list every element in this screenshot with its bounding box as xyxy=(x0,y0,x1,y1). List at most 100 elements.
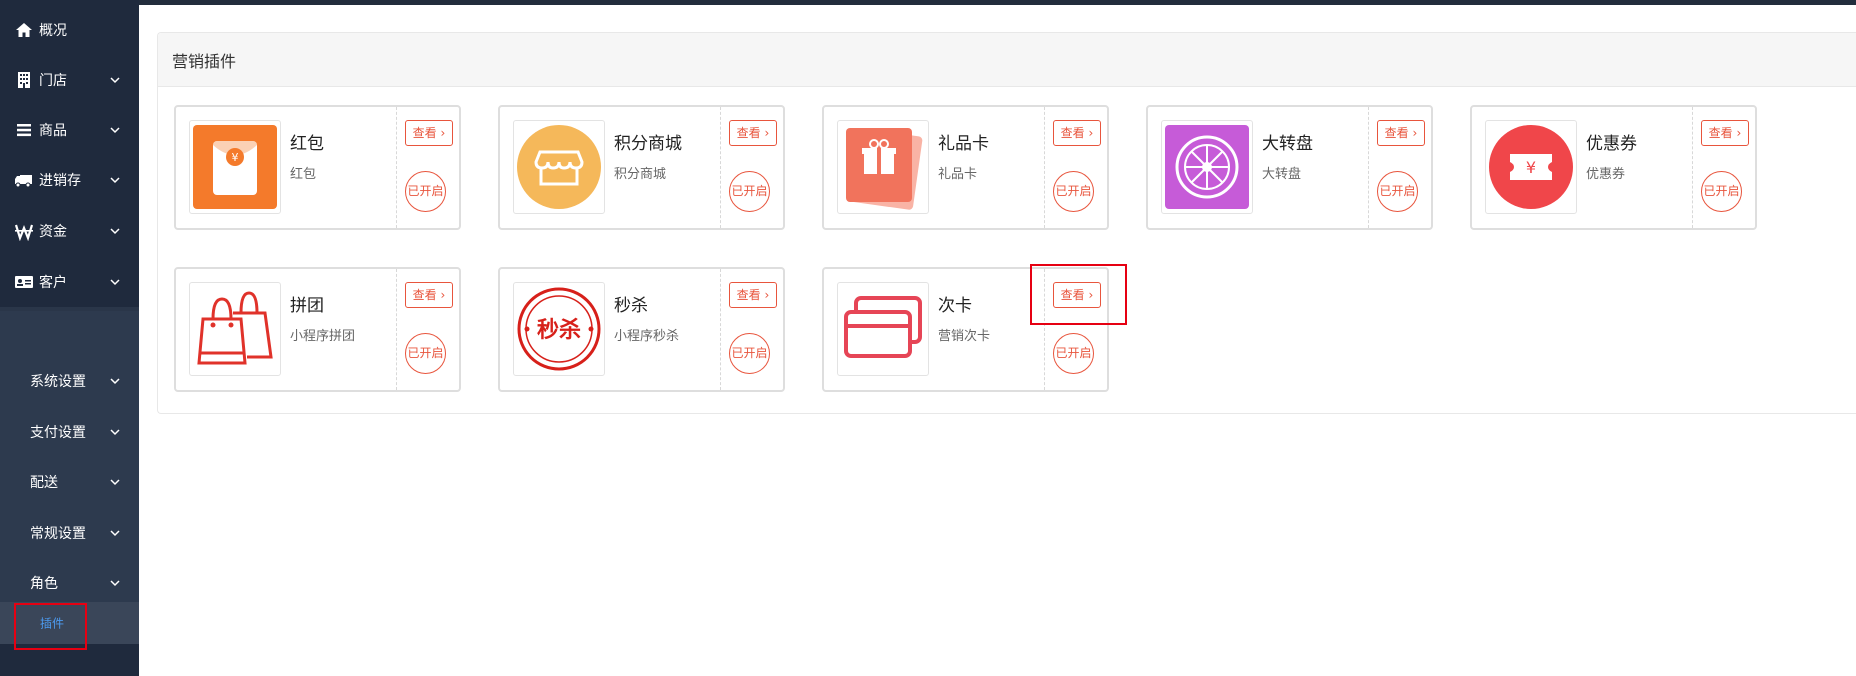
view-button[interactable]: 查看 › xyxy=(405,282,453,308)
sidebar-item-label: 系统设置 xyxy=(30,374,86,390)
sidebar-item-label: 进销存 xyxy=(39,173,81,189)
sidebar-item-label: 门店 xyxy=(39,73,67,89)
plugin-title: 秒杀 xyxy=(614,296,648,316)
flash-sale-icon: 秒杀 xyxy=(517,287,601,371)
sidebar-item-finance[interactable]: 资金 xyxy=(0,206,139,256)
plugin-description: 积分商城 xyxy=(614,167,667,182)
plugin-description: 红包 xyxy=(290,167,317,182)
card-divider xyxy=(396,107,397,228)
chevron-down-icon xyxy=(110,479,120,486)
won-currency-icon xyxy=(14,224,34,241)
status-badge: 已开启 xyxy=(405,333,446,374)
status-badge: 已开启 xyxy=(1701,171,1742,212)
plugin-card-points-store: 积分商城 积分商城 查看 › 已开启 xyxy=(498,105,785,230)
status-badge: 已开启 xyxy=(1377,171,1418,212)
plugin-description: 大转盘 xyxy=(1262,167,1302,182)
sidebar-item-general-settings[interactable]: 常规设置 xyxy=(0,508,139,558)
sidebar-item-products[interactable]: 商品 xyxy=(0,105,139,155)
sidebar-item-label: 商品 xyxy=(39,123,67,139)
chevron-down-icon xyxy=(110,127,120,134)
sidebar-item-customers[interactable]: 客户 xyxy=(0,257,139,307)
sidebar-item-payment-settings[interactable]: 支付设置 xyxy=(0,407,139,457)
sidebar-item-stores[interactable]: 门店 xyxy=(0,55,139,105)
view-button[interactable]: 查看 › xyxy=(405,120,453,146)
plugin-description: 优惠券 xyxy=(1586,167,1626,182)
status-badge: 已开启 xyxy=(729,333,770,374)
view-button[interactable]: 查看 › xyxy=(1701,120,1749,146)
view-button-label: 查看 xyxy=(736,126,761,140)
sidebar-item-system-settings[interactable]: 系统设置 xyxy=(0,356,139,406)
plugin-title: 礼品卡 xyxy=(938,134,989,154)
view-button[interactable]: 查看 › xyxy=(729,282,777,308)
plugin-icon-frame xyxy=(1161,120,1253,214)
plugin-card-red-envelope: ¥ 红包 红包 查看 › 已开启 xyxy=(174,105,461,230)
plugin-card-coupon: ¥ 优惠券 优惠券 查看 › 已开启 xyxy=(1470,105,1757,230)
view-button[interactable]: 查看 › xyxy=(1377,120,1425,146)
chevron-down-icon xyxy=(110,580,120,587)
chevron-down-icon xyxy=(110,77,120,84)
card-divider xyxy=(396,269,397,390)
marketing-plugins-panel: 营销插件 ¥ 红包 红包 查看 › 已开启 积分商城 积分商城 查看 › 已开启… xyxy=(157,32,1856,414)
chevron-right-icon: › xyxy=(760,126,770,140)
plugin-description: 礼品卡 xyxy=(938,167,978,182)
chevron-right-icon: › xyxy=(1732,126,1742,140)
view-button-label: 查看 xyxy=(1708,126,1733,140)
card-divider xyxy=(720,269,721,390)
sidebar-item-delivery[interactable]: 配送 xyxy=(0,457,139,507)
plugin-icon-frame: ¥ xyxy=(1485,120,1577,214)
red-envelope-icon: ¥ xyxy=(193,125,277,209)
chevron-right-icon: › xyxy=(436,126,446,140)
plugin-card-gift-card: 礼品卡 礼品卡 查看 › 已开启 xyxy=(822,105,1109,230)
card-divider xyxy=(1692,107,1693,228)
chevron-right-icon: › xyxy=(1408,126,1418,140)
sidebar-item-roles[interactable]: 角色 xyxy=(0,558,139,608)
sidebar-item-label: 角色 xyxy=(30,576,58,592)
status-badge: 已开启 xyxy=(729,171,770,212)
plugin-title: 拼团 xyxy=(290,296,324,316)
svg-text:秒杀: 秒杀 xyxy=(537,317,581,343)
view-button-label: 查看 xyxy=(412,288,437,302)
sidebar-item-overview[interactable]: 概况 xyxy=(0,5,139,55)
building-icon xyxy=(18,72,30,88)
chevron-right-icon: › xyxy=(760,288,770,302)
chevron-down-icon xyxy=(110,279,120,286)
sidebar-item-label: 概况 xyxy=(39,23,67,39)
view-button[interactable]: 查看 › xyxy=(729,120,777,146)
chevron-down-icon xyxy=(110,429,120,436)
plugin-icon-frame: 秒杀 xyxy=(513,282,605,376)
status-badge: 已开启 xyxy=(405,171,446,212)
chevron-down-icon xyxy=(110,177,120,184)
card-divider xyxy=(720,107,721,228)
truck-icon xyxy=(15,175,32,188)
punch-card-icon xyxy=(844,296,922,358)
plugin-icon-frame xyxy=(513,120,605,214)
coupon-icon: ¥ xyxy=(1489,125,1573,209)
chevron-right-icon: › xyxy=(1084,126,1094,140)
view-button-label: 查看 xyxy=(412,126,437,140)
svg-text:¥: ¥ xyxy=(232,151,239,164)
home-icon xyxy=(16,23,32,37)
status-badge: 已开启 xyxy=(1053,171,1094,212)
plugin-title: 次卡 xyxy=(938,296,972,316)
card-divider xyxy=(1044,107,1045,228)
view-button-label: 查看 xyxy=(1384,126,1409,140)
chevron-down-icon xyxy=(110,378,120,385)
sidebar-item-inventory[interactable]: 进销存 xyxy=(0,155,139,205)
id-card-icon xyxy=(15,276,33,288)
plugin-icon-frame xyxy=(837,282,929,376)
view-button[interactable]: 查看 › xyxy=(1053,120,1101,146)
card-divider xyxy=(1368,107,1369,228)
sidebar-item-label: 资金 xyxy=(39,224,67,240)
list-icon xyxy=(17,124,31,137)
plugin-card-group-buy: 拼团 小程序拼团 查看 › 已开启 xyxy=(174,267,461,392)
plugin-description: 小程序秒杀 xyxy=(614,329,680,344)
gift-card-icon xyxy=(846,128,923,210)
highlight-box xyxy=(1030,264,1127,325)
sidebar-item-label: 支付设置 xyxy=(30,425,86,441)
plugin-description: 小程序拼团 xyxy=(290,329,356,344)
plugin-title: 红包 xyxy=(290,134,324,154)
plugin-icon-frame xyxy=(837,120,929,214)
plugin-title: 优惠券 xyxy=(1586,134,1637,154)
shopping-bags-icon xyxy=(197,291,273,365)
plugin-icon-frame: ¥ xyxy=(189,120,281,214)
